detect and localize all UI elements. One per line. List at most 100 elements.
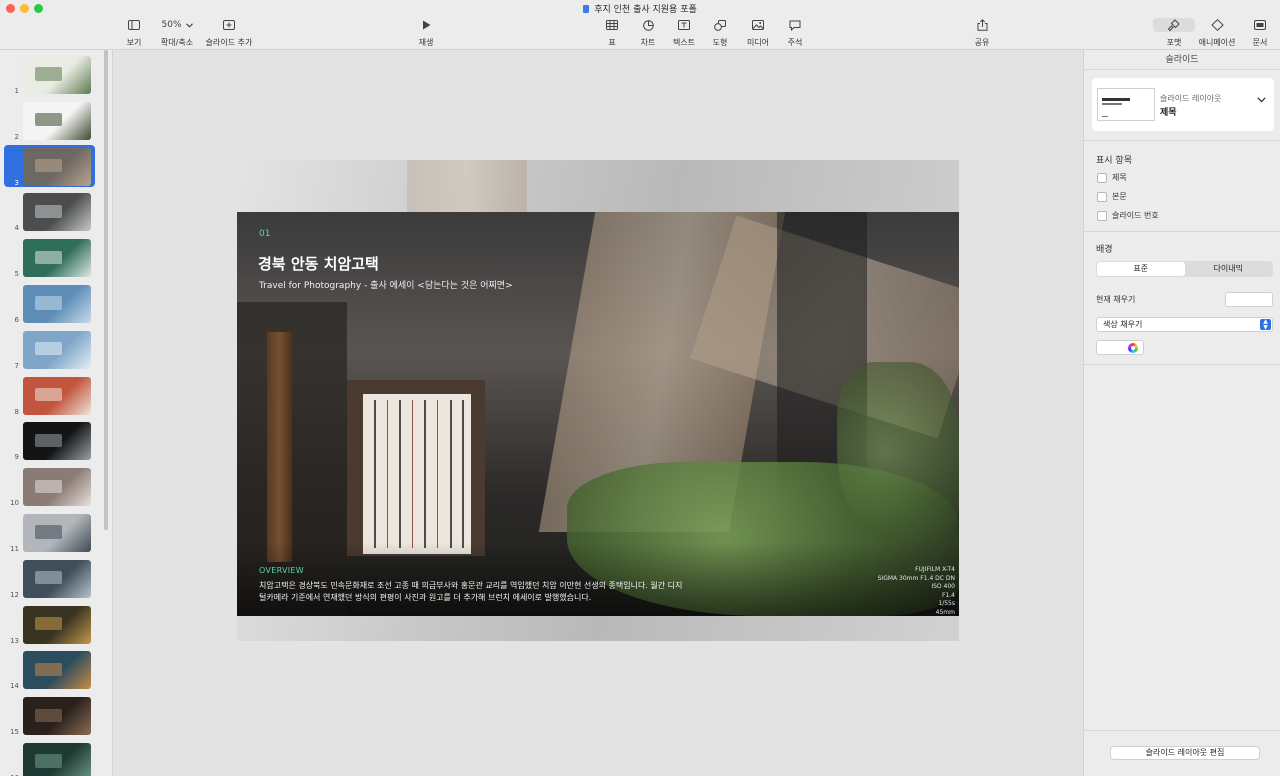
add-slide-button[interactable]: 슬라이드 추가 [205, 18, 253, 50]
document-label: 문서 [1252, 38, 1268, 47]
exif-line: FUJIFILM X-T4 [915, 566, 955, 573]
slide-thumbnail-12[interactable]: 12 [0, 557, 110, 599]
slide-thumbnail-3[interactable]: 3 [4, 144, 95, 187]
format-button[interactable]: 포맷 [1153, 18, 1195, 50]
fill-type-value: 색상 채우기 [1103, 320, 1143, 329]
divider [1084, 231, 1280, 232]
slide-thumbnail-11[interactable]: 11 [0, 511, 110, 553]
slide-thumbnail-detail [35, 525, 63, 539]
slide-thumbnail-8[interactable]: 8 [0, 374, 110, 416]
slide-thumbnail-number: 4 [14, 224, 19, 233]
view-button[interactable]: 보기 [122, 18, 146, 50]
show-slide-number-checkbox[interactable]: 슬라이드 번호 [1097, 210, 1159, 221]
slide-thumbnail-number: 6 [14, 316, 19, 324]
chart-icon [642, 18, 654, 32]
comment-label: 주석 [787, 38, 803, 47]
current-fill-label: 현재 채우기 [1096, 295, 1136, 304]
slide-3[interactable]: 01 경북 안동 치암고택 Travel for Photography - 출… [237, 212, 959, 616]
media-button[interactable]: 미디어 [745, 18, 771, 50]
checkbox[interactable] [1097, 210, 1107, 221]
slide-thumbnail-detail [35, 250, 63, 264]
slide-with-overflow-photo[interactable]: 01 경북 안동 치암고택 Travel for Photography - 출… [237, 160, 959, 641]
slide-thumbnail-1[interactable]: 1 [0, 53, 110, 95]
current-fill-swatch[interactable] [1225, 292, 1273, 307]
exif-line: F1.4 [942, 591, 955, 599]
play-button[interactable]: 재생 [414, 18, 438, 50]
comment-button[interactable]: 주석 [783, 18, 807, 50]
format-label: 포맷 [1166, 38, 1182, 47]
window-title-text: 후지 인천 출사 지원용 포폴 [594, 5, 697, 15]
share-icon [977, 18, 988, 32]
slide-thumbnail-detail [35, 204, 63, 219]
slide-canvas[interactable]: 01 경북 안동 치암고택 Travel for Photography - 출… [113, 50, 1083, 776]
text-button[interactable]: 텍스트 [670, 18, 698, 50]
slide-thumbnail-7[interactable]: 7 [0, 328, 110, 370]
show-title-checkbox[interactable]: 제목 [1097, 172, 1127, 183]
chart-label: 차트 [640, 38, 656, 47]
chart-button[interactable]: 차트 [636, 18, 660, 50]
edit-slide-layout-button[interactable]: 슬라이드 레이아웃 편집 [1110, 746, 1260, 760]
show-body-checkbox[interactable]: 본문 [1097, 191, 1127, 202]
divider [1084, 364, 1280, 365]
slide-thumbnail-9[interactable]: 9 [0, 419, 110, 461]
shape-button[interactable]: 도형 [708, 18, 732, 50]
fill-type-select[interactable]: 색상 채우기 ▲ ▼ [1096, 317, 1273, 332]
background-standard-tab[interactable]: 표준 [1097, 262, 1185, 276]
animate-button[interactable]: 애니메이션 [1196, 18, 1238, 50]
slide-thumbnail-2[interactable]: 2 [0, 99, 110, 141]
slide-thumbnail-image [23, 101, 91, 140]
slide-thumbnail-number: 9 [14, 453, 19, 462]
slide-thumbnail-number: 8 [14, 407, 19, 416]
slide-navigator[interactable]: 12345678910111213141516 [0, 50, 113, 776]
overview-body[interactable]: 치암고택은 경상북도 민속문화재로 조선 고종 때 의금부사와 홍문관 교리를 … [259, 580, 689, 604]
checkbox[interactable] [1097, 191, 1107, 202]
overview-label[interactable]: OVERVIEW [259, 566, 304, 575]
background-mode-segmented[interactable]: 표준 다이내믹 [1096, 261, 1273, 277]
slide-thumbnail-image [23, 56, 91, 94]
navigator-scrollbar[interactable] [104, 50, 108, 530]
document-button[interactable]: 문서 [1248, 18, 1272, 50]
slide-thumbnail-6[interactable]: 6 [0, 282, 110, 324]
diamond-icon [1210, 18, 1224, 32]
slide-thumbnail-14[interactable]: 14 [0, 648, 110, 690]
color-well[interactable] [1096, 340, 1144, 355]
layout-thumbnail [1097, 88, 1155, 121]
zoom-control[interactable]: 50% 확대/축소 [157, 18, 197, 50]
slide-thumbnail-image [23, 468, 91, 507]
table-label: 표 [608, 38, 616, 47]
checkbox[interactable] [1097, 172, 1107, 183]
slide-subtitle[interactable]: Travel for Photography - 출사 에세이 <담는다는 것은… [259, 278, 513, 291]
layout-name: 제목 [1160, 108, 1177, 118]
chevron-down-icon[interactable] [1257, 97, 1266, 103]
slide-layout-picker[interactable]: 슬라이드 레이아웃 제목 [1092, 78, 1274, 131]
slide-title[interactable]: 경북 안동 치암고택 [258, 253, 379, 274]
background-dynamic-tab[interactable]: 다이내믹 [1185, 262, 1273, 276]
comment-icon [789, 18, 801, 32]
inspector-tab-slide[interactable]: 슬라이드 [1084, 50, 1280, 70]
view-label: 보기 [126, 38, 142, 47]
slide-thumbnail-5[interactable]: 5 [0, 236, 110, 278]
layout-thumb-subtitle [1102, 103, 1122, 105]
zoom-select[interactable]: 50% [156, 18, 199, 32]
slide-thumbnail-detail [35, 342, 63, 356]
slide-thumbnail-image [23, 330, 91, 369]
exif-info[interactable]: FUJIFILM X-T4 SIGMA 30mm F1.4 DC DN ISO … [878, 566, 955, 616]
slide-thumbnail-16[interactable]: 16 [0, 740, 110, 776]
slide-number[interactable]: 01 [259, 229, 270, 239]
slide-thumbnail-13[interactable]: 13 [0, 603, 110, 645]
slide-thumbnail-image [23, 285, 91, 323]
document-icon [583, 5, 590, 13]
slide-thumbnail-15[interactable]: 15 [0, 694, 110, 736]
slide-thumbnail-number: 1 [14, 87, 19, 95]
image-icon [752, 18, 764, 32]
window-title: 후지 인천 출사 지원용 포폴 [0, 2, 1280, 15]
slide-thumbnail-4[interactable]: 4 [0, 190, 110, 232]
slide-thumbnail-10[interactable]: 10 [0, 465, 110, 507]
slide-thumbnail-image [23, 743, 91, 776]
background-section-title: 배경 [1096, 245, 1113, 255]
table-button[interactable]: 표 [600, 18, 624, 50]
divider [1084, 140, 1280, 141]
slide-thumbnail-number: 13 [10, 636, 19, 645]
share-button[interactable]: 공유 [970, 18, 994, 50]
color-wheel-icon[interactable] [1128, 343, 1138, 353]
